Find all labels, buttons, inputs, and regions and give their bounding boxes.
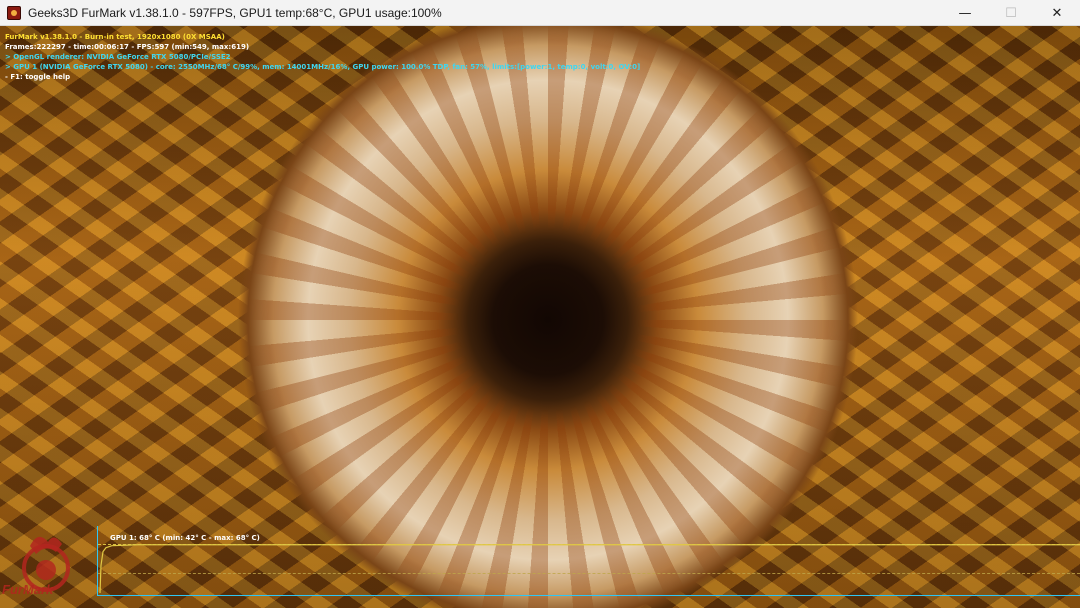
temperature-graph: GPU 1: 68° C (min: 42° C - max: 68° C) bbox=[97, 526, 1080, 596]
hud-help-line: - F1: toggle help bbox=[5, 73, 71, 81]
title-bar[interactable]: Geeks3D FurMark v1.38.1.0 - 597FPS, GPU1… bbox=[0, 0, 1080, 26]
furmark-app-icon bbox=[7, 5, 21, 20]
hud-version-line: FurMark v1.38.1.0 - Burn-in test, 1920x1… bbox=[5, 33, 225, 41]
fur-eye-render bbox=[248, 26, 848, 608]
minimize-button[interactable]: — bbox=[942, 0, 988, 26]
hud-frames-line: Frames:222297 - time:00:06:17 - FPS:597 … bbox=[5, 43, 250, 51]
window-controls: — ☐ ✕ bbox=[942, 0, 1080, 26]
maximize-button[interactable]: ☐ bbox=[988, 0, 1034, 26]
render-viewport[interactable]: FurMark v1.38.1.0 - Burn-in test, 1920x1… bbox=[0, 26, 1080, 608]
hud-gpu-line: > GPU 1 (NVIDIA GeForce RTX 5080) - core… bbox=[5, 63, 641, 71]
hud-overlay: FurMark v1.38.1.0 - Burn-in test, 1920x1… bbox=[5, 32, 640, 82]
furmark-logo-text: FurMark bbox=[2, 582, 54, 597]
hud-renderer-line: > OpenGL renderer: NVIDIA GeForce RTX 50… bbox=[5, 53, 231, 61]
window-title: Geeks3D FurMark v1.38.1.0 - 597FPS, GPU1… bbox=[28, 5, 442, 20]
close-button[interactable]: ✕ bbox=[1034, 0, 1080, 26]
graph-temp-label: GPU 1: 68° C (min: 42° C - max: 68° C) bbox=[110, 534, 260, 542]
